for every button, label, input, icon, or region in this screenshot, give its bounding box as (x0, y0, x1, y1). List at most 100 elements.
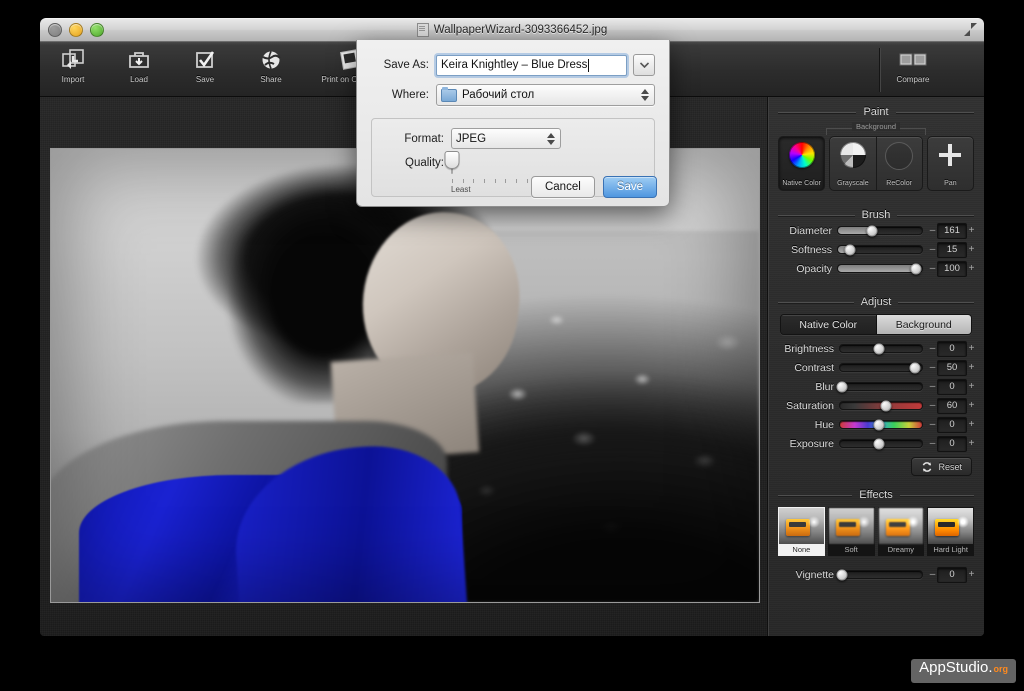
vignette-decrement[interactable]: – (928, 569, 937, 580)
slider-knob[interactable] (911, 263, 922, 274)
save-dialog[interactable]: Save As: Keira Knightley – Blue Dress Wh… (356, 40, 670, 207)
reset-button[interactable]: Reset (911, 457, 972, 476)
format-select[interactable]: JPEG (451, 128, 561, 149)
exposure-increment[interactable]: + (967, 438, 976, 449)
section-header-paint: Paint (768, 106, 984, 118)
quality-label: Quality: (372, 156, 444, 169)
toolbar-item-load[interactable]: Load (106, 46, 172, 84)
section-header-brush: Brush (768, 209, 984, 221)
effect-preset-hard-light[interactable]: Hard Light (927, 507, 974, 556)
brightness-decrement[interactable]: – (928, 343, 937, 354)
fullscreen-icon[interactable] (964, 23, 977, 36)
softness-decrement[interactable]: – (928, 244, 937, 255)
slider-knob[interactable] (844, 244, 855, 255)
slider-knob[interactable] (837, 381, 848, 392)
exposure-decrement[interactable]: – (928, 438, 937, 449)
opacity-slider[interactable] (837, 264, 923, 273)
vignette-increment[interactable]: + (967, 569, 976, 580)
softness-slider[interactable] (837, 245, 923, 254)
effect-label: Dreamy (879, 544, 924, 555)
saturation-decrement[interactable]: – (928, 400, 937, 411)
save-button[interactable]: Save (603, 176, 657, 198)
format-label: Format: (372, 133, 444, 145)
exposure-value[interactable]: 0 (937, 436, 967, 452)
brightness-increment[interactable]: + (967, 343, 976, 354)
diameter-decrement[interactable]: – (928, 225, 937, 236)
slider-knob[interactable] (873, 343, 884, 354)
photo-canvas[interactable] (50, 148, 760, 603)
paint-tool-recolor[interactable]: ReColor (877, 136, 923, 191)
diameter-slider[interactable] (837, 226, 923, 235)
opacity-increment[interactable]: + (967, 263, 976, 274)
save-as-label: Save As: (371, 59, 429, 71)
blur-increment[interactable]: + (967, 381, 976, 392)
opacity-decrement[interactable]: – (928, 263, 937, 274)
contrast-slider[interactable] (839, 363, 923, 372)
slider-knob[interactable] (873, 419, 884, 430)
contrast-decrement[interactable]: – (928, 362, 937, 373)
vignette-slider[interactable] (839, 570, 923, 579)
slider-knob[interactable] (909, 362, 920, 373)
toolbar-item-save[interactable]: Save (172, 46, 238, 84)
save-as-menu-button[interactable] (633, 54, 655, 76)
slider-row-saturation: Saturation – 60 + (768, 396, 984, 415)
hue-value[interactable]: 0 (937, 417, 967, 433)
saturation-slider[interactable] (839, 401, 923, 410)
paint-tool-native-color[interactable]: Native Color (778, 136, 825, 191)
blur-slider[interactable] (839, 382, 923, 391)
toolbar-item-import[interactable]: Import (40, 46, 106, 84)
slider-knob[interactable] (866, 225, 877, 236)
watermark-sub: org (994, 664, 1009, 674)
slider-row-blur: Blur – 0 + (768, 377, 984, 396)
slider-row-exposure: Exposure – 0 + (768, 434, 984, 453)
paint-tool-grayscale[interactable]: Grayscale (829, 136, 876, 191)
save-as-input[interactable]: Keira Knightley – Blue Dress (436, 55, 627, 76)
adjust-toggle-background[interactable]: Background (877, 315, 972, 334)
section-title: Adjust (861, 296, 892, 308)
where-select[interactable]: Рабочий стол (436, 84, 655, 106)
saturation-increment[interactable]: + (967, 400, 976, 411)
background-group-label: Background (852, 122, 900, 131)
opacity-value[interactable]: 100 (937, 261, 967, 277)
document-icon (417, 23, 429, 37)
contrast-increment[interactable]: + (967, 362, 976, 373)
slider-label: Softness (772, 244, 832, 256)
softness-increment[interactable]: + (967, 244, 976, 255)
toolbar-item-compare[interactable]: Compare (880, 46, 946, 84)
brightness-value[interactable]: 0 (937, 341, 967, 357)
slider-label: Brightness (772, 343, 834, 355)
softness-value[interactable]: 15 (937, 242, 967, 258)
section-title: Brush (862, 209, 891, 221)
hue-decrement[interactable]: – (928, 419, 937, 430)
format-row: Format: JPEG (372, 128, 654, 149)
effect-preset-dreamy[interactable]: Dreamy (878, 507, 925, 556)
effect-preset-none[interactable]: None (778, 507, 825, 556)
paint-tool-pan[interactable]: Pan (927, 136, 974, 191)
slider-knob[interactable] (837, 569, 848, 580)
adjust-toggle-native-color[interactable]: Native Color (781, 315, 877, 334)
diameter-increment[interactable]: + (967, 225, 976, 236)
exposure-slider[interactable] (839, 439, 923, 448)
contrast-value[interactable]: 50 (937, 360, 967, 376)
slider-knob[interactable] (873, 438, 884, 449)
blur-decrement[interactable]: – (928, 381, 937, 392)
saturation-value[interactable]: 60 (937, 398, 967, 414)
toolbar-item-share[interactable]: Share (238, 46, 304, 84)
brightness-slider[interactable] (839, 344, 923, 353)
vignette-value[interactable]: 0 (937, 567, 967, 583)
hue-slider[interactable] (839, 420, 923, 429)
blur-value[interactable]: 0 (937, 379, 967, 395)
where-row: Where: Рабочий стол (371, 84, 655, 106)
diameter-value[interactable]: 161 (937, 223, 967, 239)
effect-preset-soft[interactable]: Soft (828, 507, 875, 556)
grayscale-wheel-icon (840, 142, 866, 168)
pan-move-icon (937, 142, 963, 168)
slider-row-hue: Hue – 0 + (768, 415, 984, 434)
cancel-button[interactable]: Cancel (531, 176, 595, 198)
reset-row: Reset (768, 453, 984, 476)
chevron-down-icon (640, 62, 649, 68)
hue-increment[interactable]: + (967, 419, 976, 430)
effect-label: None (779, 544, 824, 555)
quality-knob[interactable] (445, 151, 460, 169)
slider-knob[interactable] (880, 400, 891, 411)
